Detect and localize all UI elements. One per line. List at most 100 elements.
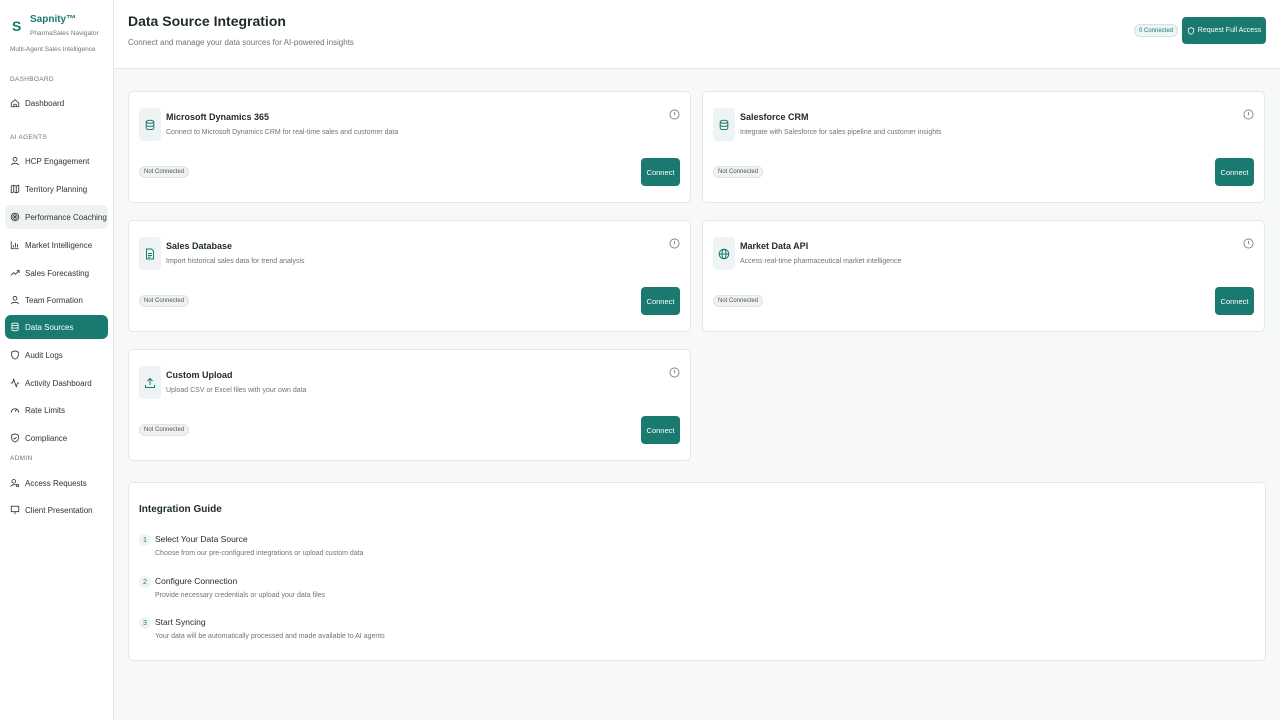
card-title: Sales Database [166,241,233,251]
brand-name: Sapnity™ [30,14,77,25]
step-title: Configure Connection [155,576,238,586]
sidebar-item-market-intelligence[interactable]: Market Intelligence [5,233,108,257]
brand-tagline: Multi-Agent Sales Intelligence [10,46,96,53]
file-text-icon [139,237,161,270]
card-description: Import historical sales data for trend a… [166,258,305,265]
target-icon [10,212,20,222]
sidebar-item-label: Dashboard [25,98,65,108]
sidebar-item-territory-planning[interactable]: Territory Planning [5,177,108,201]
sidebar-item-label: Audit Logs [25,350,63,360]
sidebar-item-label: Rate Limits [25,405,66,415]
card-description: Upload CSV or Excel files with your own … [166,387,307,394]
card-title: Custom Upload [166,370,233,380]
connect-button[interactable]: Connect [1215,158,1254,186]
section-label-dashboard: DASHBOARD [10,76,54,83]
sidebar-item-label: Market Intelligence [25,240,93,250]
presentation-icon [10,505,20,515]
shield-check-icon [10,433,20,443]
sidebar-item-audit-logs[interactable]: Audit Logs [5,343,108,367]
sidebar-item-label: Compliance [25,433,68,443]
brand-logo: S [12,18,22,34]
connect-button[interactable]: Connect [641,416,680,444]
section-label-admin: ADMIN [10,455,33,462]
request-full-access-label: Request Full Access [1197,27,1262,34]
user-icon [10,156,20,166]
request-full-access-button[interactable]: Request Full Access [1182,17,1266,44]
sidebar-item-label: Team Formation [25,295,83,305]
step-description: Provide necessary credentials or upload … [155,592,326,599]
globe-icon [713,237,735,270]
activity-icon [10,378,20,388]
page-title: Data Source Integration [128,13,286,29]
connect-button[interactable]: Connect [641,287,680,315]
card-title: Salesforce CRM [740,112,809,122]
page-subtitle: Connect and manage your data sources for… [128,38,354,47]
status-badge: Not Connected [139,166,190,178]
info-icon[interactable] [1243,238,1254,249]
bar-chart-icon [10,240,20,250]
guide-step: 1 Select Your Data Source Choose from ou… [139,534,539,564]
gauge-icon [10,405,20,415]
sidebar: S Sapnity™ PharmaSales Navigator Multi-A… [0,0,114,720]
step-description: Choose from our pre-configured integrati… [155,550,364,557]
brand[interactable]: S Sapnity™ PharmaSales Navigator Multi-A… [10,12,110,60]
sidebar-item-rate-limits[interactable]: Rate Limits [5,398,108,422]
sidebar-item-dashboard[interactable]: Dashboard [5,91,108,115]
connect-button[interactable]: Connect [641,158,680,186]
sidebar-item-sales-forecasting[interactable]: Sales Forecasting [5,261,108,285]
info-icon[interactable] [669,109,680,120]
info-icon[interactable] [669,367,680,378]
connect-button[interactable]: Connect [1215,287,1254,315]
sidebar-item-label: Access Requests [25,478,87,488]
card-description: Access real-time pharmaceutical market i… [740,258,902,265]
guide-step: 3 Start Syncing Your data will be automa… [139,617,539,647]
database-icon [10,322,20,332]
database-icon [139,108,161,141]
card-title: Microsoft Dynamics 365 [166,112,270,122]
card-title: Market Data API [740,241,809,251]
connected-count-badge: 0 Connected [1134,24,1179,37]
trending-up-icon [10,268,20,278]
sidebar-item-hcp-engagement[interactable]: HCP Engagement [5,149,108,173]
home-icon [10,98,20,108]
section-label-ai-agents: AI AGENTS [10,134,48,141]
shield-icon [10,350,20,360]
sidebar-item-label: Territory Planning [25,184,88,194]
integration-card-salesforce: Salesforce CRM Integrate with Salesforce… [702,91,1265,203]
user-key-icon [10,478,20,488]
sidebar-item-compliance[interactable]: Compliance [5,426,108,450]
sidebar-item-activity-dashboard[interactable]: Activity Dashboard [5,371,108,395]
sidebar-item-data-sources[interactable]: Data Sources [5,315,108,339]
info-icon[interactable] [1243,109,1254,120]
step-description: Your data will be automatically processe… [155,633,385,640]
status-badge: Not Connected [713,295,764,307]
integration-card-market-data-api: Market Data API Access real-time pharmac… [702,220,1265,332]
step-number: 3 [139,617,151,629]
sidebar-item-label: HCP Engagement [25,156,90,166]
sidebar-item-label: Performance Coaching [25,212,107,222]
sidebar-item-performance-coaching[interactable]: Performance Coaching [5,205,108,229]
shield-icon [1187,26,1194,35]
card-description: Integrate with Salesforce for sales pipe… [740,129,942,136]
card-description: Connect to Microsoft Dynamics CRM for re… [166,129,399,136]
sidebar-item-label: Activity Dashboard [25,378,92,388]
integration-card-microsoft-dynamics: Microsoft Dynamics 365 Connect to Micros… [128,91,691,203]
status-badge: Not Connected [713,166,764,178]
integration-card-sales-database: Sales Database Import historical sales d… [128,220,691,332]
sidebar-item-label: Sales Forecasting [25,268,90,278]
status-badge: Not Connected [139,424,190,436]
page-header: Data Source Integration Connect and mana… [114,0,1280,69]
integration-guide: Integration Guide 1 Select Your Data Sou… [128,482,1266,661]
user-icon [10,295,20,305]
sidebar-item-client-presentation[interactable]: Client Presentation [5,498,108,522]
step-title: Select Your Data Source [155,534,248,544]
database-icon [713,108,735,141]
status-badge: Not Connected [139,295,190,307]
sidebar-item-access-requests[interactable]: Access Requests [5,471,108,495]
info-icon[interactable] [669,238,680,249]
sidebar-item-team-formation[interactable]: Team Formation [5,288,108,312]
step-number: 1 [139,534,151,546]
step-title: Start Syncing [155,617,206,627]
sidebar-item-label: Client Presentation [25,505,93,515]
upload-icon [139,366,161,399]
